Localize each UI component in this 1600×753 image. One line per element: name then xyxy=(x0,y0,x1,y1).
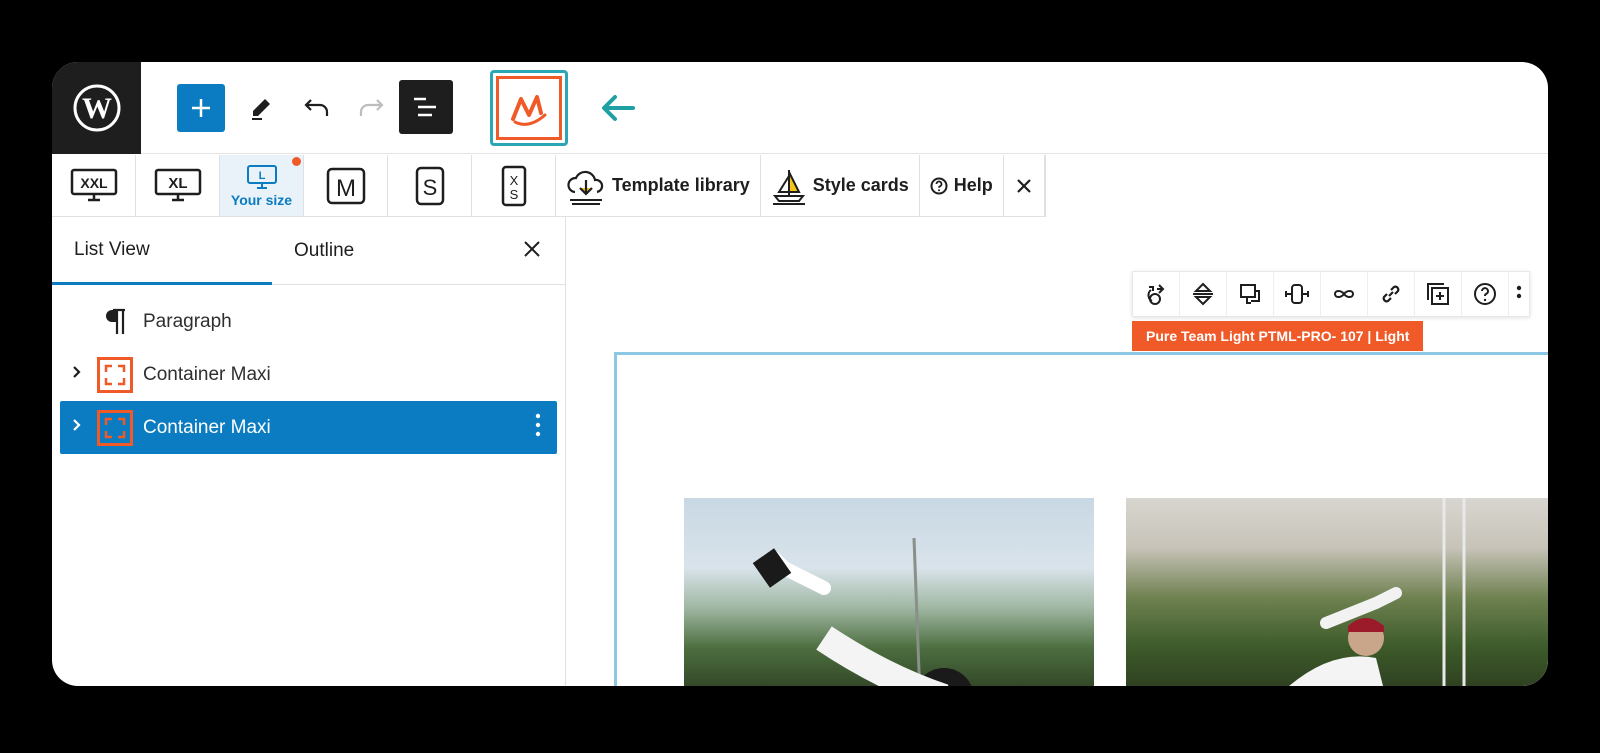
help-label: Help xyxy=(953,175,993,195)
undo-icon xyxy=(304,99,329,116)
monitor-l-icon: L xyxy=(246,164,277,189)
link-icon[interactable] xyxy=(1368,272,1415,316)
top-toolbar: W xyxy=(52,62,1548,154)
svg-text:M: M xyxy=(336,175,356,202)
wordpress-logo-icon[interactable]: W xyxy=(52,62,141,154)
redo-icon xyxy=(359,99,384,116)
arrow-left-icon xyxy=(597,90,637,126)
close-toolbar-button[interactable] xyxy=(1004,155,1045,216)
active-indicator xyxy=(292,157,301,166)
list-item-label: Container Maxi xyxy=(143,416,271,438)
more-options-icon[interactable] xyxy=(535,413,541,443)
responsive-toolbar: XXL XL L Your size M S X S Template libr… xyxy=(52,155,1046,217)
svg-text:W: W xyxy=(82,92,112,125)
more-icon[interactable] xyxy=(1509,272,1529,316)
breakpoint-s-button[interactable]: S xyxy=(388,155,472,216)
chevron-right-icon[interactable] xyxy=(72,418,82,437)
copy-style-icon[interactable] xyxy=(1227,272,1274,316)
close-icon xyxy=(1017,178,1031,193)
svg-text:X: X xyxy=(509,173,518,188)
monitor-xxl-icon: XXL xyxy=(70,168,117,201)
template-library-label: Template library xyxy=(612,175,750,195)
breakpoint-xs-button[interactable]: X S xyxy=(472,155,556,216)
undo-button[interactable] xyxy=(293,84,341,132)
close-icon xyxy=(524,241,540,257)
list-view-button[interactable] xyxy=(399,80,453,134)
container-icon xyxy=(97,409,133,446)
tab-outline[interactable]: Outline xyxy=(272,217,492,285)
move-icon[interactable] xyxy=(1133,272,1180,316)
breakpoint-m-button[interactable]: M xyxy=(304,155,388,216)
list-view-sidebar: List View Outline Paragraph Container Ma… xyxy=(52,217,566,686)
editor-window: W XXL XL L Your size M S X S Template li… xyxy=(52,62,1548,686)
svg-text:S: S xyxy=(422,175,437,200)
alignment-icon[interactable] xyxy=(1180,272,1227,316)
help-icon[interactable] xyxy=(1462,272,1509,316)
block-toolbar xyxy=(1132,271,1530,317)
block-style-tag: Pure Team Light PTML-PRO- 107 | Light xyxy=(1132,321,1424,351)
list-item-label: Container Maxi xyxy=(143,363,271,385)
plus-icon xyxy=(192,99,210,117)
svg-text:S: S xyxy=(509,187,518,202)
team-photo-1 xyxy=(684,498,1094,686)
tools-button[interactable] xyxy=(237,84,285,132)
help-button[interactable]: Help xyxy=(920,155,1004,216)
paragraph-icon xyxy=(97,304,133,340)
container-icon xyxy=(97,356,133,393)
maxi-button[interactable] xyxy=(490,70,568,146)
block-tree: Paragraph Container Maxi Container Maxi xyxy=(52,285,565,454)
tab-list-view[interactable]: List View xyxy=(52,217,272,285)
breakpoint-l-button[interactable]: L Your size xyxy=(220,155,304,216)
svg-text:XXL: XXL xyxy=(80,175,108,191)
style-cards-button[interactable]: Style cards xyxy=(761,155,920,216)
maxi-logo-icon xyxy=(511,95,547,126)
list-item-label: Paragraph xyxy=(143,310,232,332)
list-view-icon xyxy=(414,97,436,117)
sailboat-icon xyxy=(772,169,805,205)
add-block-button[interactable] xyxy=(177,84,225,132)
sidebar-tabs: List View Outline xyxy=(52,217,565,285)
help-circle-icon xyxy=(930,177,948,194)
cloud-download-icon xyxy=(567,170,604,205)
pencil-icon xyxy=(252,99,270,120)
editor-canvas: Pure Team Light PTML-PRO- 107 | Light xyxy=(567,217,1548,686)
list-item-container-maxi-selected[interactable]: Container Maxi xyxy=(60,401,557,454)
list-item-paragraph[interactable]: Paragraph xyxy=(60,295,557,348)
tablet-m-icon: M xyxy=(326,167,365,204)
close-sidebar-button[interactable] xyxy=(523,237,541,265)
duplicate-icon[interactable] xyxy=(1415,272,1462,316)
breakpoint-xl-button[interactable]: XL xyxy=(136,155,220,216)
your-size-label: Your size xyxy=(230,191,293,208)
chevron-right-icon[interactable] xyxy=(72,365,82,384)
breakpoint-xxl-button[interactable]: XXL xyxy=(52,155,136,216)
size-icon[interactable] xyxy=(1274,272,1321,316)
style-cards-label: Style cards xyxy=(812,175,909,195)
template-library-button[interactable]: Template library xyxy=(556,155,761,216)
redo-button[interactable] xyxy=(347,84,395,132)
phone-xs-icon: X S xyxy=(501,165,526,206)
svg-text:L: L xyxy=(258,170,265,182)
svg-text:XL: XL xyxy=(168,175,187,192)
team-photo-2 xyxy=(1126,498,1548,686)
monitor-xl-icon: XL xyxy=(154,168,201,201)
list-item-container-maxi[interactable]: Container Maxi xyxy=(60,348,557,401)
loop-icon[interactable] xyxy=(1321,272,1368,316)
phone-s-icon: S xyxy=(415,166,444,205)
